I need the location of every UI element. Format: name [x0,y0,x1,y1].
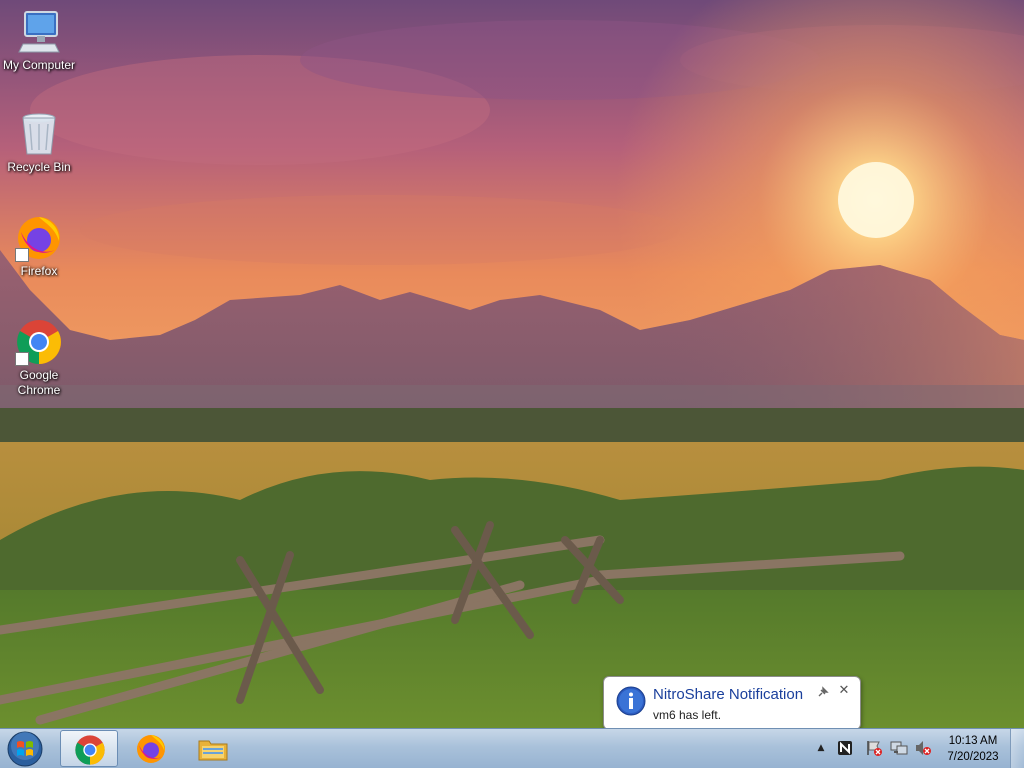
volume-muted-icon[interactable] [914,739,932,757]
taskbar: ▲ 10:13 AM 7/20/2023 [0,728,1024,768]
close-icon[interactable]: ✕ [837,683,851,697]
show-hidden-icons-button[interactable]: ▲ [815,743,827,753]
computer-icon [15,8,63,56]
folder-icon [198,740,228,761]
desktop-icon-google-chrome[interactable]: Google Chrome [0,318,78,398]
clock-date: 7/20/2023 [947,751,999,763]
chrome-icon [15,318,63,366]
windows-start-icon [7,731,43,767]
system-clock[interactable]: 10:13 AM 7/20/2023 [940,733,1006,765]
notification-title: NitroShare Notification [653,686,804,703]
firefox-icon [137,735,165,763]
desktop-icon-label: Google Chrome [17,368,61,397]
start-button[interactable] [6,730,44,768]
clock-time: 10:13 AM [948,735,998,747]
taskbar-button-chrome[interactable] [60,730,118,767]
pin-icon[interactable] [817,685,829,697]
firefox-icon [15,214,63,262]
shortcut-arrow-icon [15,352,29,366]
notification-balloon[interactable]: NitroShare Notification vm6 has left. ✕ [603,676,861,740]
taskbar-button-file-explorer[interactable] [184,730,242,767]
desktop-icon-label: Recycle Bin [7,160,71,174]
desktop-wallpaper [0,0,1024,728]
show-desktop-button[interactable] [1010,729,1024,768]
notification-message: vm6 has left. [653,708,722,722]
chrome-icon [75,735,105,765]
desktop-icon-label: Firefox [20,264,58,278]
desktop-icon-firefox[interactable]: Firefox [0,214,78,279]
info-icon [616,686,646,716]
desktop-icon-label: My Computer [2,58,76,72]
network-icon[interactable] [890,739,908,757]
shortcut-arrow-icon [15,248,29,262]
desktop-icon-recycle-bin[interactable]: Recycle Bin [0,110,78,175]
nitroshare-icon[interactable] [836,739,854,757]
desktop-icon-my-computer[interactable]: My Computer [0,8,78,73]
action-center-icon[interactable] [865,739,883,757]
recycle-bin-icon [15,110,63,158]
taskbar-button-firefox[interactable] [122,730,180,767]
